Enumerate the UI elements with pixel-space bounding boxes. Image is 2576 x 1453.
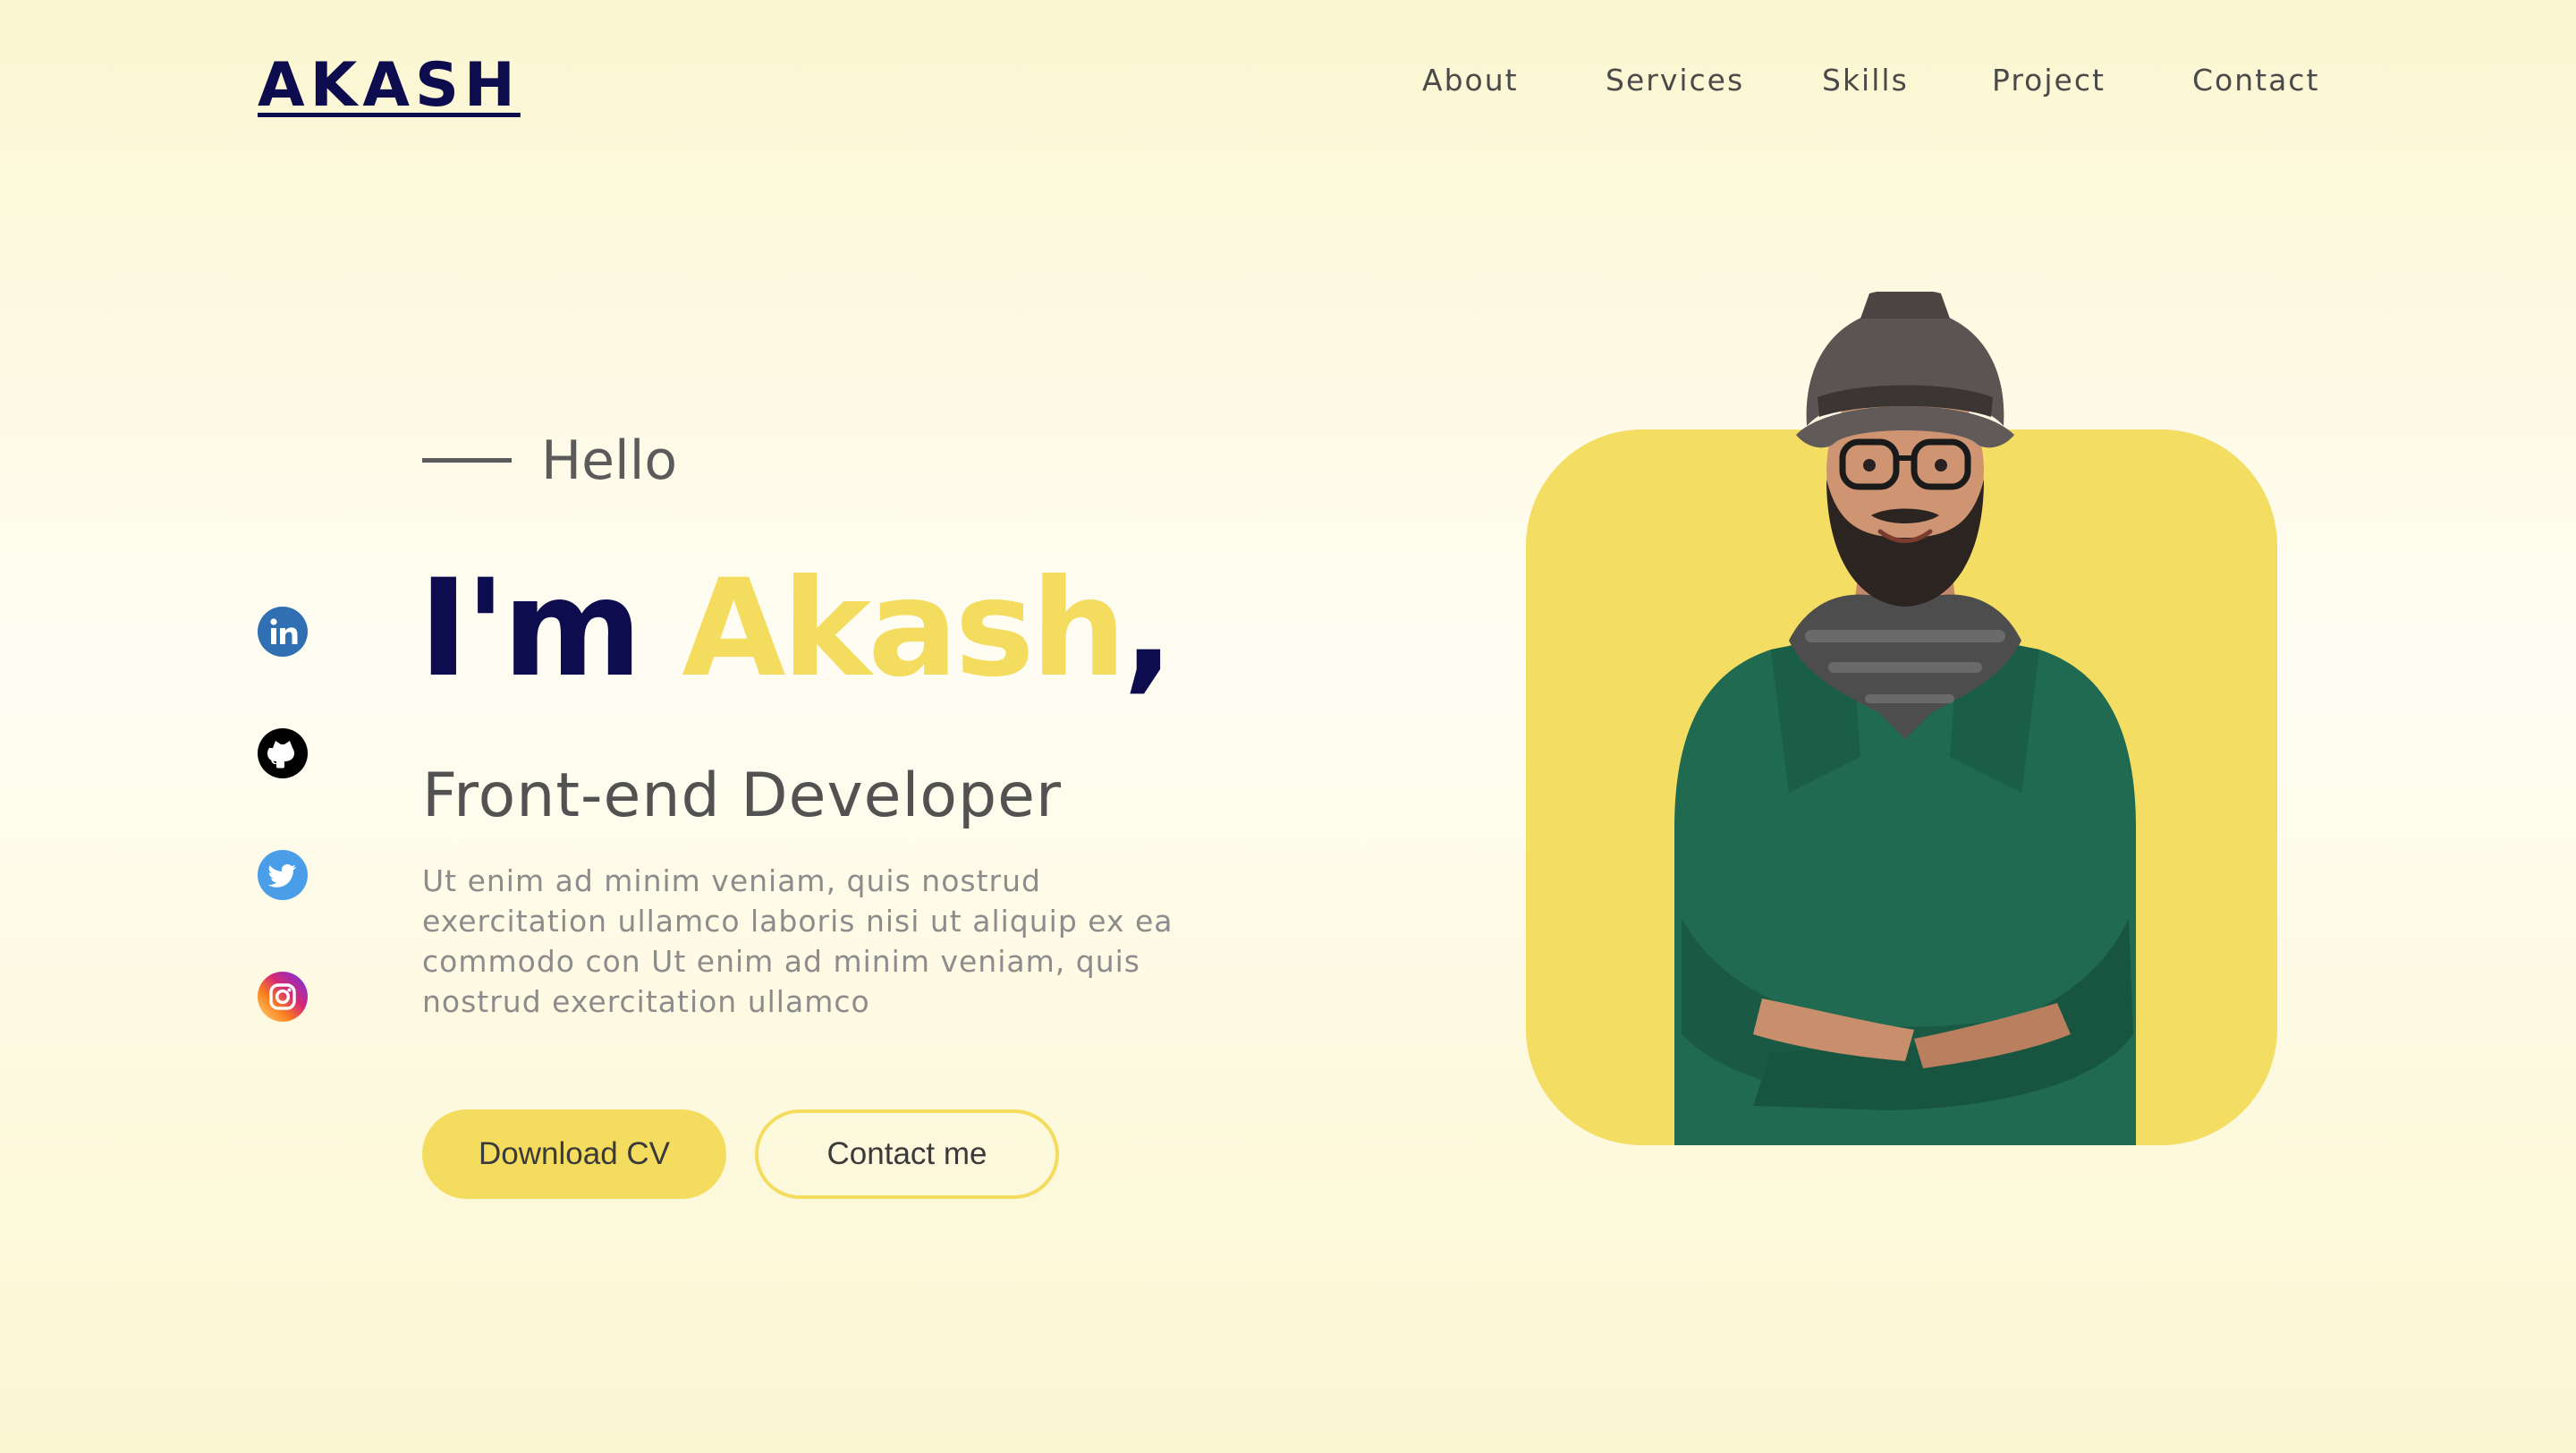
instagram-icon [258, 972, 308, 1022]
download-cv-button[interactable]: Download CV [422, 1109, 726, 1199]
linkedin-link[interactable] [258, 607, 308, 657]
nav-item-about[interactable]: About [1422, 61, 1519, 100]
hero-description: Ut enim ad minim veniam, quis nostrud ex… [422, 863, 1174, 1019]
role-title: Front-end Developer [422, 760, 1062, 831]
nav-item-project[interactable]: Project [1992, 61, 2106, 100]
twitter-icon [258, 850, 308, 900]
site-logo[interactable]: AKASH [258, 50, 521, 122]
instagram-link[interactable] [258, 972, 308, 1022]
greeting-text: Hello [541, 429, 678, 492]
hello-divider-line [422, 458, 512, 463]
nav-item-services[interactable]: Services [1606, 61, 1744, 100]
headline-name: Akash [682, 551, 1126, 707]
twitter-link[interactable] [258, 850, 308, 900]
hero-headline: I'm Akash, [419, 544, 1174, 714]
github-link[interactable] [258, 728, 308, 778]
hero-portrait-image [1674, 292, 2136, 1145]
nav-item-contact[interactable]: Contact [2192, 61, 2319, 100]
github-icon [258, 728, 308, 778]
headline-suffix: , [1123, 551, 1174, 707]
linkedin-icon [258, 607, 308, 657]
contact-me-button[interactable]: Contact me [755, 1109, 1059, 1199]
headline-prefix: I'm [419, 551, 642, 707]
nav-item-skills[interactable]: Skills [1822, 61, 1909, 100]
